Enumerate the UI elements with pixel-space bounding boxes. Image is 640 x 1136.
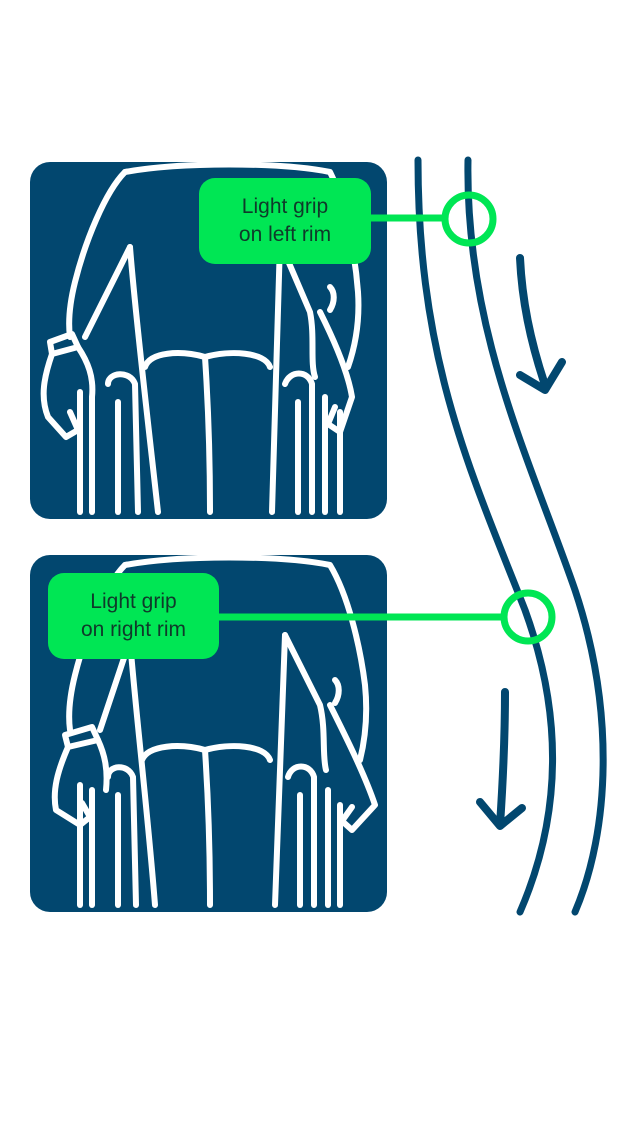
- callout-left-rim-line2: on left rim: [238, 223, 332, 246]
- callout-left-rim: Light grip on left rim: [199, 178, 371, 264]
- callout-left-rim-line1: Light grip: [241, 195, 329, 218]
- rim-path-overlay: [218, 156, 607, 916]
- rim-curve-outer-right: [464, 156, 607, 916]
- callout-right-rim-line2: on right rim: [80, 618, 187, 641]
- direction-arrow-down-icon: [476, 688, 526, 830]
- callout-right-rim-line1: Light grip: [90, 590, 177, 613]
- callout-right-rim: Light grip on right rim: [48, 573, 219, 659]
- rim-curve-outer-left: [414, 156, 557, 916]
- direction-arrow-down-icon: [516, 254, 566, 394]
